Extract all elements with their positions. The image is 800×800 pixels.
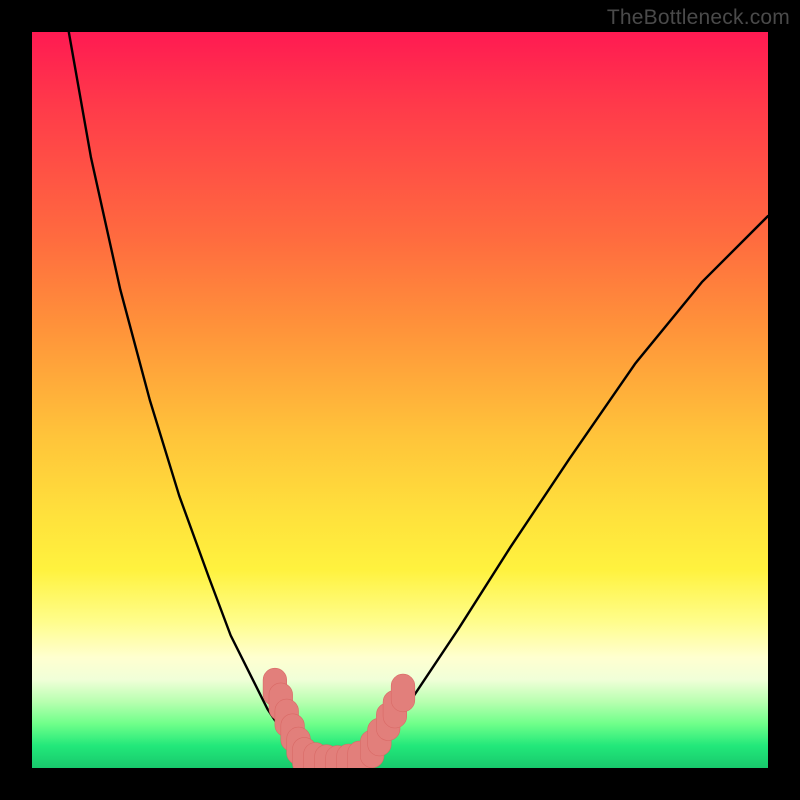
curve-marker: [391, 674, 415, 712]
chart-frame: TheBottleneck.com: [0, 0, 800, 800]
chart-svg: [32, 32, 768, 768]
bottleneck-curve-path: [69, 32, 768, 765]
marker-layer: [263, 668, 415, 768]
watermark-text: TheBottleneck.com: [607, 6, 790, 30]
plot-area: [32, 32, 768, 768]
bottleneck-curve: [69, 32, 768, 765]
